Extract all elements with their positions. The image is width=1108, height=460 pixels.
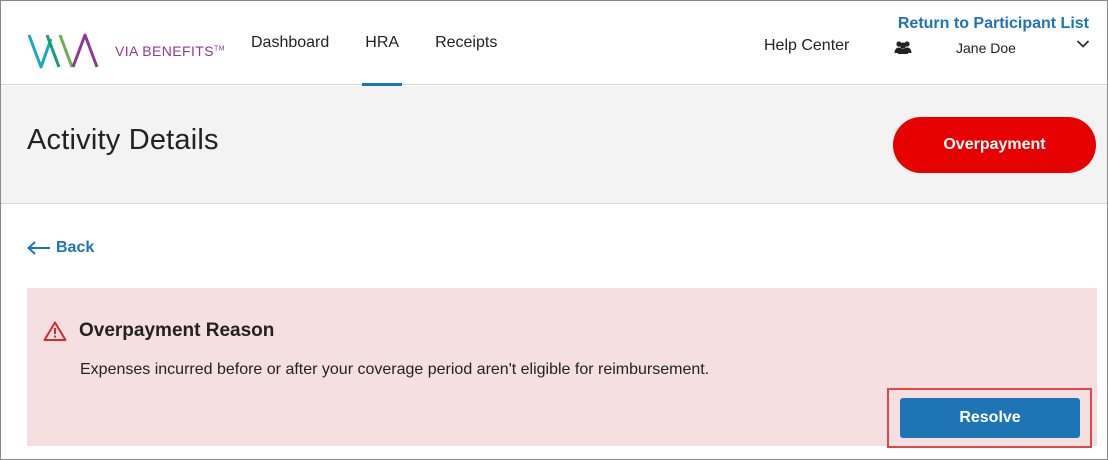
- arrow-left-icon: [27, 241, 50, 255]
- help-center-link[interactable]: Help Center: [764, 37, 849, 55]
- header: VIA BENEFITSTM Dashboard HRA Receipts He…: [1, 1, 1107, 87]
- nav-hra[interactable]: HRA: [347, 1, 417, 87]
- nav-dashboard[interactable]: Dashboard: [233, 1, 347, 85]
- user-name[interactable]: Jane Doe: [956, 40, 1016, 56]
- main-nav: Dashboard HRA Receipts: [233, 1, 515, 87]
- nav-receipts[interactable]: Receipts: [417, 1, 515, 85]
- resolve-button[interactable]: Resolve: [900, 398, 1080, 438]
- users-icon: [894, 41, 912, 54]
- back-link[interactable]: Back: [27, 239, 94, 257]
- chevron-down-icon[interactable]: [1076, 39, 1090, 49]
- status-badge: Overpayment: [893, 117, 1096, 173]
- page-title: Activity Details: [27, 124, 219, 156]
- alert-header: Overpayment Reason: [43, 320, 274, 342]
- nav-label: Dashboard: [251, 34, 330, 51]
- nav-label: Receipts: [435, 34, 498, 51]
- alert-title: Overpayment Reason: [79, 320, 275, 341]
- warning-triangle-icon: [43, 321, 67, 341]
- logo-wordmark: VIA BENEFITSTM: [115, 43, 225, 59]
- logo-mark-icon: [27, 33, 99, 69]
- return-to-participant-list-link[interactable]: Return to Participant List: [898, 15, 1089, 33]
- app-window: VIA BENEFITSTM Dashboard HRA Receipts He…: [0, 0, 1108, 460]
- nav-label: HRA: [365, 34, 400, 51]
- page-header-band: Activity Details Overpayment: [1, 86, 1107, 204]
- back-label: Back: [56, 239, 95, 256]
- alert-message: Expenses incurred before or after your c…: [80, 361, 710, 378]
- overpayment-alert: Overpayment Reason Expenses incurred bef…: [27, 288, 1097, 448]
- via-benefits-logo[interactable]: VIA BENEFITSTM: [27, 31, 225, 71]
